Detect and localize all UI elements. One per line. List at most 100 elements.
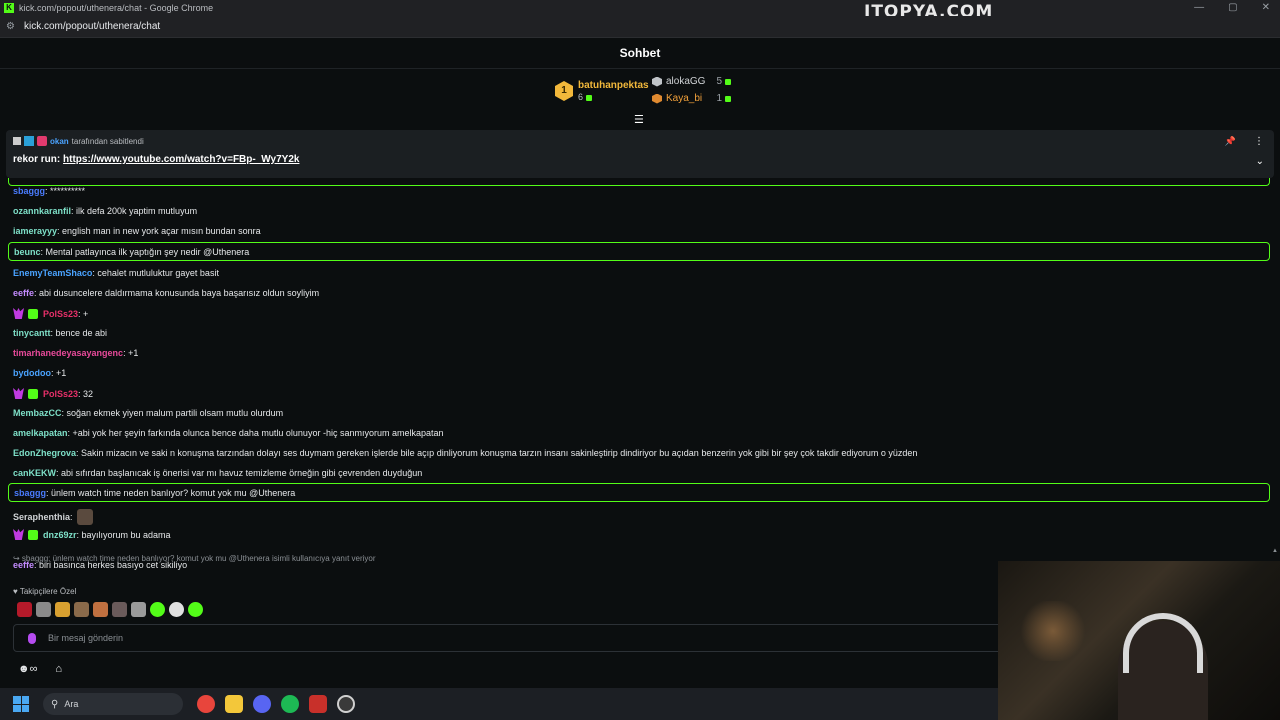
- chat-username[interactable]: Seraphenthia: [13, 512, 70, 522]
- chat-message-text: : +abi yok her şeyin farkında olunca ben…: [67, 428, 444, 438]
- emote-icon[interactable]: [17, 602, 32, 617]
- highlighted-message-cutoff: [8, 178, 1270, 186]
- chat-message-text: : +: [78, 308, 89, 319]
- leaderboard-third[interactable]: Kaya_bi 1: [652, 93, 731, 104]
- chrome-icon[interactable]: [197, 695, 215, 713]
- chat-username[interactable]: PolSs23: [43, 389, 78, 399]
- chat-message[interactable]: eeffe: abi dusuncelere daldırmama konusu…: [13, 288, 319, 298]
- address-bar[interactable]: ⚙ kick.com/popout/uthenera/chat: [0, 16, 1280, 38]
- microphone-icon[interactable]: [28, 632, 36, 644]
- emote-quickbar: [17, 602, 203, 617]
- emote-icon[interactable]: [74, 602, 89, 617]
- gift-icon[interactable]: ⌂: [55, 663, 62, 675]
- chat-message[interactable]: bydodoo: +1: [13, 368, 66, 378]
- minimize-icon[interactable]: —: [1194, 0, 1204, 16]
- chat-username[interactable]: sbaggg: [13, 186, 45, 196]
- url-text[interactable]: kick.com/popout/uthenera/chat: [24, 21, 160, 32]
- discord-icon[interactable]: [253, 695, 271, 713]
- chat-message-text: : Mental patlayınca ilk yaptığın şey ned…: [40, 246, 250, 257]
- emote-icon[interactable]: [93, 602, 108, 617]
- emote-icon[interactable]: [112, 602, 127, 617]
- chat-message[interactable]: sbaggg: **********: [13, 186, 85, 196]
- chat-username[interactable]: tinycantt: [13, 328, 51, 338]
- chat-message[interactable]: PolSs23: +: [13, 308, 88, 319]
- chat-message[interactable]: timarhanedeyasayangenc: +1: [13, 348, 138, 358]
- unpin-icon[interactable]: 📌: [1225, 136, 1236, 147]
- spotify-icon[interactable]: [281, 695, 299, 713]
- chat-username[interactable]: MembazCC: [13, 408, 62, 418]
- window-controls: — ▢ ✕: [1194, 0, 1270, 16]
- pinner-name[interactable]: okan: [50, 137, 69, 146]
- chat-username[interactable]: iamerayyy: [13, 226, 57, 236]
- site-info-icon[interactable]: ⚙: [6, 21, 16, 32]
- chat-username[interactable]: EnemyTeamShaco: [13, 268, 92, 278]
- leaderboard-second[interactable]: alokaGG 5: [652, 76, 731, 87]
- emote-icon[interactable]: [36, 602, 51, 617]
- leaderboard-first-points: 6: [578, 92, 584, 102]
- obs-icon[interactable]: [337, 695, 355, 713]
- chat-message[interactable]: iamerayyy: english man in new york açar …: [13, 226, 261, 236]
- chat-message[interactable]: dnz69zr: bayılıyorum bu adama: [13, 529, 171, 540]
- message-input[interactable]: [48, 633, 948, 643]
- emote-icon[interactable]: [150, 602, 165, 617]
- chat-message[interactable]: EnemyTeamShaco: cehalet mutluluktur gaye…: [13, 268, 219, 278]
- leaderboard-first[interactable]: 1 batuhanpektas 6: [555, 80, 649, 102]
- bronze-medal-icon: [652, 93, 662, 104]
- gem-icon: [586, 94, 593, 101]
- chat-message-text: : ilk defa 200k yaptim mutluyum: [71, 206, 198, 216]
- chat-username[interactable]: EdonZhegrova: [13, 448, 76, 458]
- message-input-box[interactable]: [13, 624, 1013, 652]
- emote-icon[interactable]: [131, 602, 146, 617]
- file-explorer-icon[interactable]: [225, 695, 243, 713]
- chat-username[interactable]: ozannkaranfil: [13, 206, 71, 216]
- taskbar-search[interactable]: ⚲ Ara: [43, 693, 183, 715]
- chat-message[interactable]: tinycantt: bence de abi: [13, 328, 107, 338]
- chat-message-text: : 32: [78, 388, 94, 399]
- chevron-down-icon[interactable]: ⌄: [1256, 156, 1264, 167]
- pinned-message[interactable]: okan tarafından sabitlendi rekor run: ht…: [6, 130, 1274, 178]
- chat-username[interactable]: eeffe: [13, 288, 34, 298]
- chat-message[interactable]: PolSs23: 32: [13, 388, 93, 399]
- windows-taskbar: ⚲ Ara: [0, 688, 998, 720]
- chat-message[interactable]: Seraphenthia:: [13, 509, 93, 525]
- leaderboard-first-name: batuhanpektas: [578, 80, 649, 91]
- chat-message[interactable]: amelkapatan: +abi yok her şeyin farkında…: [13, 428, 444, 438]
- chat-message[interactable]: ozannkaranfil: ilk defa 200k yaptim mutl…: [13, 206, 197, 216]
- chat-username[interactable]: timarhanedeyasayangenc: [13, 348, 123, 358]
- chat-message[interactable]: EdonZhegrova: Sakin mizacın ve saki n ko…: [13, 448, 917, 458]
- chat-message-text: : bence de abi: [50, 328, 108, 338]
- chat-message-mention[interactable]: sbaggg: ünlem watch time neden banlıyor?…: [8, 483, 1270, 502]
- chat-username[interactable]: bydodoo: [13, 368, 51, 378]
- more-options-icon[interactable]: ⋮: [1254, 136, 1264, 147]
- collapse-leaderboard-icon[interactable]: ☰: [634, 113, 644, 126]
- leaderboard-second-name: alokaGG: [666, 76, 706, 87]
- scroll-indicator-icon[interactable]: ▲: [1272, 548, 1278, 554]
- chat-username[interactable]: amelkapatan: [13, 428, 68, 438]
- leaderboard-third-name: Kaya_bi: [666, 93, 703, 104]
- chat-username[interactable]: sbaggg: [14, 488, 46, 498]
- headset-icon: [1123, 613, 1203, 673]
- pinned-message-link[interactable]: https://www.youtube.com/watch?v=FBp-_Wy7…: [63, 154, 299, 165]
- emote-icon[interactable]: [55, 602, 70, 617]
- leaderboard-second-points: 5: [716, 76, 722, 87]
- leaderboard-third-points: 1: [716, 93, 722, 104]
- pin-icon: [13, 137, 21, 145]
- chat-message[interactable]: canKEKW: abi sıfırdan başlanıcak iş öner…: [13, 468, 422, 478]
- emote-picker-icon[interactable]: ☻∞: [18, 663, 37, 675]
- chat-username[interactable]: PolSs23: [43, 309, 78, 319]
- windows-start-icon[interactable]: [13, 696, 29, 712]
- app-red-icon[interactable]: [309, 695, 327, 713]
- pinned-message-text: rekor run: https://www.youtube.com/watch…: [13, 154, 1267, 165]
- chat-username[interactable]: canKEKW: [13, 468, 56, 478]
- chat-message-text: : +1: [123, 348, 139, 358]
- chat-message-text: : soğan ekmek yiyen malum partili olsam …: [61, 408, 284, 418]
- chat-message-mention[interactable]: beunc: Mental patlayınca ilk yaptığın şe…: [8, 242, 1270, 261]
- chat-username[interactable]: dnz69zr: [43, 530, 77, 540]
- subscriber-badge-icon: [13, 529, 24, 540]
- close-icon[interactable]: ✕: [1262, 0, 1270, 16]
- emote-icon[interactable]: [169, 602, 184, 617]
- maximize-icon[interactable]: ▢: [1228, 0, 1237, 16]
- chat-username[interactable]: beunc: [14, 247, 41, 257]
- emote-icon[interactable]: [188, 602, 203, 617]
- chat-message[interactable]: MembazCC: soğan ekmek yiyen malum partil…: [13, 408, 283, 418]
